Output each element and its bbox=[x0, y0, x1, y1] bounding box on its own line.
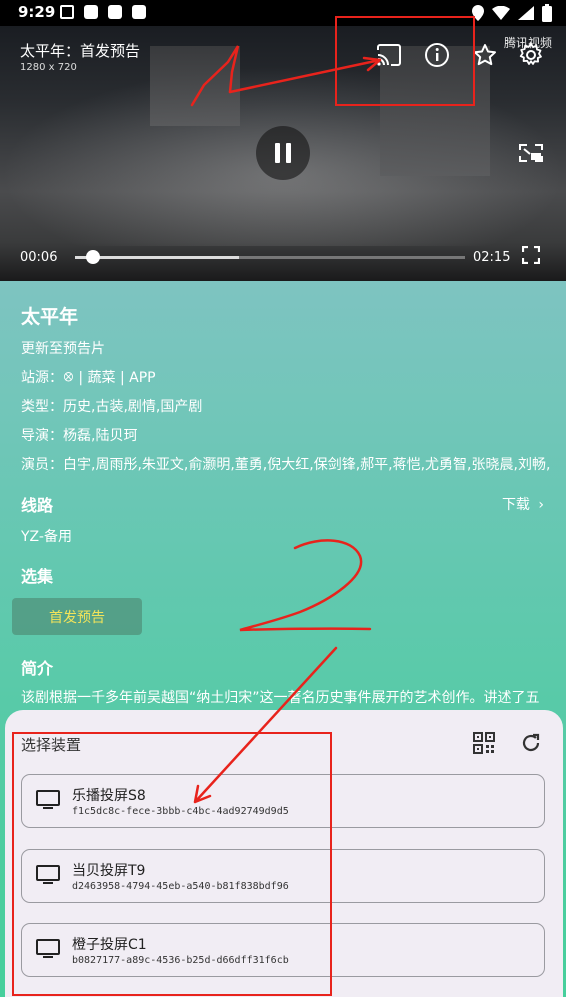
pip-icon bbox=[519, 144, 543, 162]
app-cube-icon bbox=[60, 5, 74, 19]
device-item-chengzi-c1[interactable]: 橙子投屏C1 b0827177-a89c-4536-b25d-d66dff31f… bbox=[21, 923, 545, 977]
source-info: 站源：ꕕ | 蔬菜 | APP bbox=[21, 370, 156, 386]
location-icon bbox=[472, 5, 484, 21]
status-bar: 9:29 bbox=[0, 0, 566, 26]
director-info: 导演：杨磊,陆贝珂 bbox=[21, 428, 138, 444]
tv-icon bbox=[36, 790, 60, 809]
tv-icon bbox=[36, 865, 60, 884]
app-square-icon bbox=[84, 5, 98, 19]
device-name: 乐播投屏S8 bbox=[72, 788, 146, 804]
line-option[interactable]: YZ-备用 bbox=[21, 526, 72, 546]
signal-icon bbox=[518, 6, 534, 20]
app-square-icon-2 bbox=[132, 5, 146, 19]
pip-button[interactable] bbox=[516, 138, 546, 168]
device-id: d2463958-4794-45eb-a540-b81f838bdf96 bbox=[72, 881, 289, 892]
wifi-icon bbox=[492, 6, 510, 20]
qr-scan-button[interactable] bbox=[471, 730, 497, 756]
pause-button[interactable] bbox=[256, 126, 310, 180]
status-right-icons bbox=[472, 4, 552, 22]
intro-text: 该剧根据一千多年前吴越国“纳土归宋”这一著名历史事件展开的艺术创作。讲述了五 bbox=[21, 690, 540, 706]
cast-info: 演员：白宇,周雨彤,朱亚文,俞灏明,董勇,倪大红,保剑锋,郝平,蒋恺,尤勇智,张… bbox=[21, 457, 551, 473]
refresh-button[interactable] bbox=[518, 730, 544, 756]
chevron-right-icon: › bbox=[538, 497, 544, 513]
sheet-title: 选择装置 bbox=[21, 736, 82, 754]
qr-code-icon bbox=[473, 732, 495, 754]
device-item-dangbei-t9[interactable]: 当贝投屏T9 d2463958-4794-45eb-a540-b81f838bd… bbox=[21, 849, 545, 903]
download-button[interactable]: 下载 › bbox=[502, 494, 544, 514]
tencent-video-watermark: 腾讯视频 bbox=[503, 36, 552, 50]
seek-bar[interactable] bbox=[75, 250, 465, 264]
episodes-section-title: 选集 bbox=[21, 567, 54, 586]
fullscreen-button[interactable] bbox=[516, 240, 546, 270]
device-name: 橙子投屏C1 bbox=[72, 937, 147, 953]
device-id: f1c5dc8c-fece-3bbb-c4bc-4ad92749d9d5 bbox=[72, 806, 289, 817]
line-section-title: 线路 bbox=[21, 496, 54, 515]
video-player[interactable]: 太平年：首发预告 1280 x 720 腾讯视频 00:06 02:15 bbox=[0, 26, 566, 281]
pause-icon bbox=[275, 143, 291, 163]
fullscreen-icon bbox=[522, 246, 540, 264]
favorite-button[interactable] bbox=[470, 40, 500, 70]
device-id: b0827177-a89c-4536-b25d-d66dff31f6cb bbox=[72, 955, 289, 966]
download-label: 下载 bbox=[501, 497, 530, 513]
cast-button[interactable] bbox=[374, 40, 404, 70]
intro-section-title: 简介 bbox=[21, 659, 54, 678]
seek-thumb[interactable] bbox=[85, 250, 100, 264]
episode-button[interactable]: 首发预告 bbox=[12, 598, 142, 635]
info-icon bbox=[425, 43, 449, 67]
refresh-icon bbox=[522, 733, 540, 752]
info-button[interactable] bbox=[422, 40, 452, 70]
show-title: 太平年 bbox=[21, 306, 79, 328]
status-time: 9:29 bbox=[18, 3, 56, 21]
star-icon bbox=[474, 44, 496, 66]
device-picker-sheet: 选择装置 乐播投屏S8 f1c5dc8c-fece-3bbb-c4bc-4ad9… bbox=[5, 710, 563, 997]
video-frame-figure-left bbox=[150, 46, 240, 126]
tv-icon bbox=[36, 939, 60, 958]
duration: 02:15 bbox=[473, 250, 511, 265]
seek-buffered bbox=[75, 256, 239, 259]
device-name: 当贝投屏T9 bbox=[72, 863, 146, 879]
video-title: 太平年：首发预告 bbox=[20, 42, 141, 60]
update-status: 更新至预告片 bbox=[21, 341, 105, 357]
current-time: 00:06 bbox=[20, 250, 58, 265]
device-item-lebo-s8[interactable]: 乐播投屏S8 f1c5dc8c-fece-3bbb-c4bc-4ad92749d… bbox=[21, 774, 545, 828]
cast-icon bbox=[377, 44, 401, 66]
battery-icon bbox=[542, 4, 552, 22]
app-a-icon bbox=[108, 5, 122, 19]
video-resolution: 1280 x 720 bbox=[20, 62, 77, 73]
genre-info: 类型：历史,古装,剧情,国产剧 bbox=[21, 399, 203, 415]
